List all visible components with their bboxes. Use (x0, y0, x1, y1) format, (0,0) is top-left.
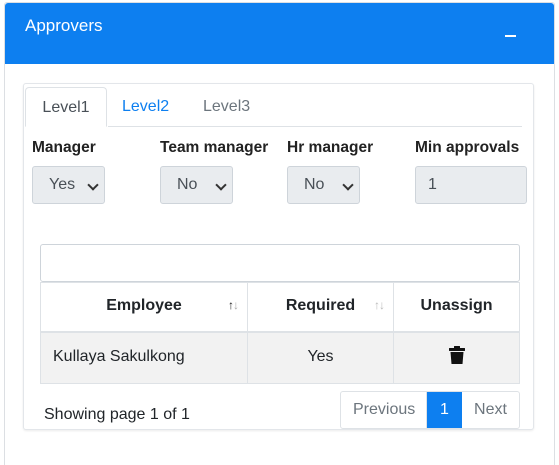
next-page-button[interactable]: Next (462, 392, 519, 428)
team-manager-select-value: No (177, 176, 198, 193)
sort-icon: ↑↓ (374, 298, 385, 312)
tabs-divider (108, 126, 522, 127)
min-approvals-input[interactable]: 1 (415, 166, 527, 204)
pagination-status: Showing page 1 of 1 (44, 406, 190, 423)
min-approvals-label: Min approvals (415, 139, 520, 156)
employee-header-label: Employee (106, 297, 182, 314)
required-cell: Yes (248, 333, 394, 383)
hr-manager-select[interactable]: No (287, 166, 360, 204)
approver-levels-panel: Level1 Level2 Level3 Manager Team manage… (23, 83, 534, 430)
tab-level2[interactable]: Level2 (122, 87, 169, 127)
table-header: Employee ↑↓ Required ↑↓ Unassign (41, 283, 519, 333)
hr-manager-select-value: No (304, 176, 325, 193)
approvers-card: Approvers Level1 Level2 Level3 Manager T… (4, 2, 555, 465)
table-row: Kullaya Sakulkong Yes (41, 333, 519, 383)
chevron-down-icon (87, 179, 99, 191)
min-approvals-value: 1 (428, 176, 437, 193)
table-search-input[interactable] (40, 244, 520, 282)
manager-select-value: Yes (49, 176, 76, 193)
tab-level1[interactable]: Level1 (25, 87, 107, 127)
level-tabs: Level1 Level2 Level3 (24, 84, 533, 127)
card-title: Approvers (25, 16, 103, 35)
previous-page-button[interactable]: Previous (341, 392, 427, 428)
required-column-header[interactable]: Required ↑↓ (248, 283, 394, 331)
chevron-down-icon (342, 179, 354, 191)
employees-table: Employee ↑↓ Required ↑↓ Unassign Kullaya… (40, 282, 520, 384)
card-header: Approvers (5, 3, 554, 64)
chevron-down-icon (215, 179, 227, 191)
unassign-cell (394, 333, 519, 383)
required-header-label: Required (285, 297, 356, 314)
pagination: Previous 1 Next (340, 391, 520, 429)
manager-select[interactable]: Yes (32, 166, 105, 204)
trash-icon[interactable] (449, 346, 465, 364)
tab-level3[interactable]: Level3 (203, 87, 250, 127)
sort-icon: ↑↓ (228, 298, 239, 312)
team-manager-label: Team manager (160, 139, 269, 156)
unassign-column-header: Unassign (394, 283, 519, 331)
page-1-button[interactable]: 1 (427, 392, 462, 428)
unassign-header-label: Unassign (420, 297, 493, 314)
employee-cell: Kullaya Sakulkong (41, 333, 248, 383)
hr-manager-label: Hr manager (287, 139, 374, 156)
collapse-icon[interactable] (501, 25, 523, 47)
team-manager-select[interactable]: No (160, 166, 233, 204)
employee-column-header[interactable]: Employee ↑↓ (41, 283, 248, 331)
manager-label: Manager (32, 139, 96, 156)
